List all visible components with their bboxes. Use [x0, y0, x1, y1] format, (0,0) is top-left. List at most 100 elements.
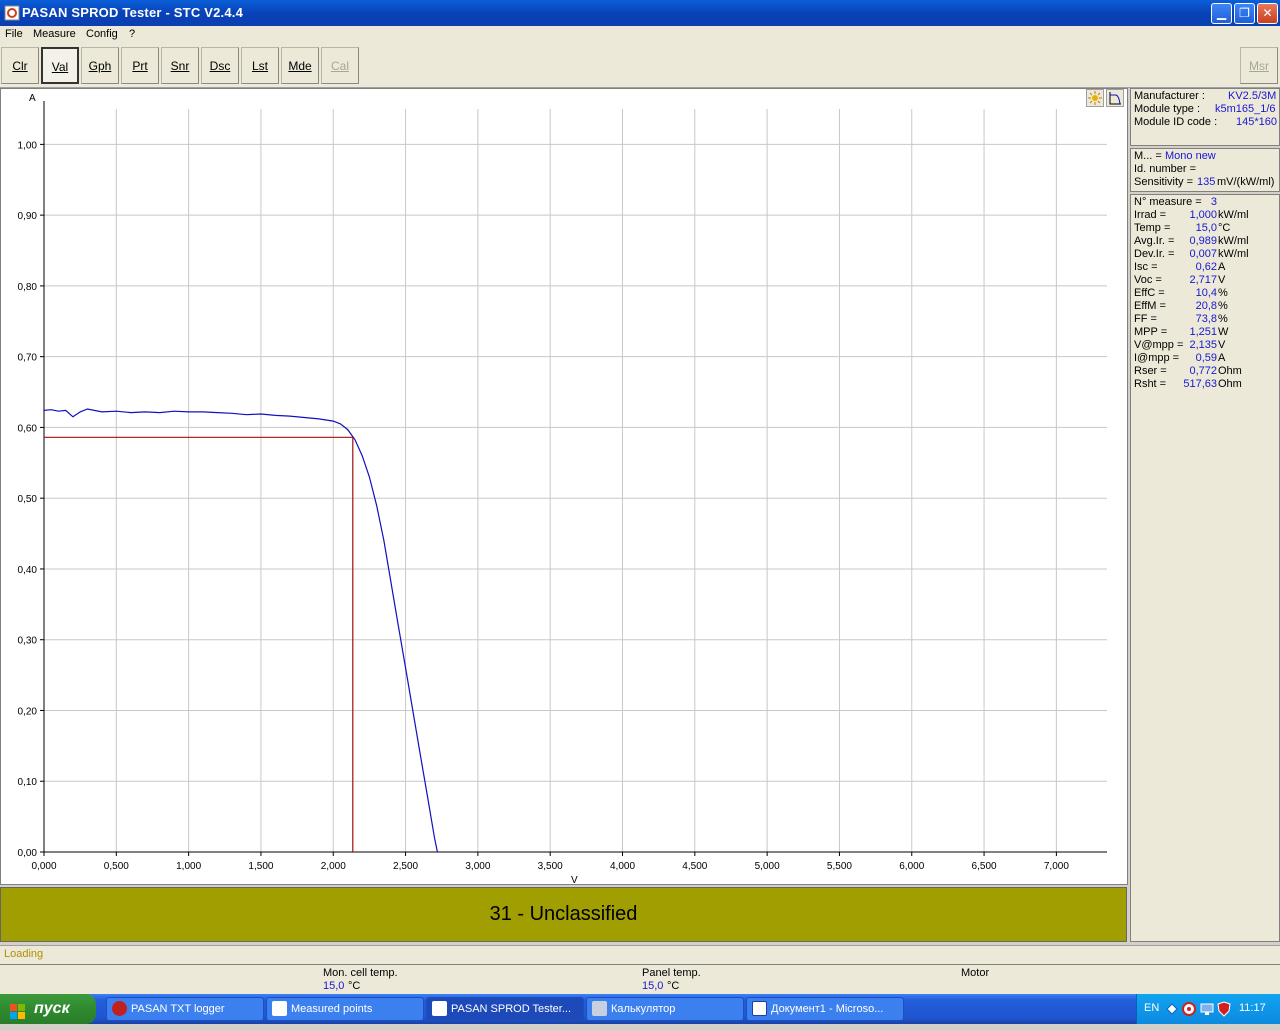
panel-temp-value: 15,0 — [642, 980, 664, 992]
result-unit: kW/ml — [1218, 248, 1249, 260]
result-value: 2,717 — [1189, 274, 1217, 286]
menu-help[interactable]: ? — [129, 28, 135, 40]
val-button[interactable]: Val — [41, 47, 79, 84]
task-calculator[interactable]: Калькулятор — [586, 997, 744, 1021]
y-tick-label: 0,00 — [18, 848, 38, 859]
windows-logo-icon — [10, 1001, 26, 1019]
y-axis-label: A — [29, 93, 36, 104]
result-unit: V — [1218, 339, 1226, 351]
result-label: MPP = — [1134, 326, 1168, 338]
x-tick-label: 7,000 — [1044, 861, 1069, 872]
task-label: Документ1 - Microso... — [771, 1003, 884, 1015]
mde-button[interactable]: Mde — [281, 47, 319, 84]
results-panel: N° measure = 3 Irrad = 1,000 kW/ml Temp = 15,0… — [1130, 194, 1280, 942]
security-shield-icon[interactable] — [1217, 1001, 1231, 1020]
clock[interactable]: 11:17 — [1239, 1002, 1266, 1014]
result-value: 20,8 — [1195, 300, 1217, 312]
maximize-button[interactable]: ❐ — [1234, 3, 1255, 24]
snr-button[interactable]: Snr — [161, 47, 199, 84]
display-icon[interactable] — [1199, 1001, 1215, 1020]
minimize-button[interactable]: ▁ — [1211, 3, 1232, 24]
x-axis-label: V — [571, 875, 578, 884]
start-button[interactable]: пуск — [0, 994, 96, 1024]
result-label: EffC = — [1134, 287, 1165, 299]
task-label: Measured points — [291, 1003, 373, 1015]
clr-button[interactable]: Clr — [1, 47, 39, 84]
title-bar[interactable]: PASAN SPROD Tester - STC V2.4.4 ▁ ❐ ✕ — [0, 0, 1280, 26]
result-value: 10,4 — [1195, 287, 1217, 299]
panel-temp-unit: °C — [667, 980, 680, 992]
panel-temp-label: Panel temp. — [642, 967, 701, 979]
y-tick-label: 0,20 — [18, 706, 38, 717]
x-tick-label: 2,500 — [393, 861, 418, 872]
result-unit: V — [1218, 274, 1226, 286]
dsc-button[interactable]: Dsc — [201, 47, 239, 84]
module-type-label: Module type : — [1134, 103, 1201, 115]
y-tick-label: 0,70 — [18, 353, 38, 364]
x-tick-label: 1,000 — [176, 861, 201, 872]
x-tick-label: 3,000 — [465, 861, 490, 872]
y-tick-label: 0,40 — [18, 565, 38, 576]
result-value: 15,0 — [1195, 222, 1217, 234]
sun-icon-button[interactable] — [1086, 89, 1104, 107]
result-label: Voc = — [1134, 274, 1162, 286]
toolbar: Clr Val Gph Prt Snr Dsc Lst Mde Cal Msr — [0, 45, 1280, 88]
loading-bar: Loading — [0, 945, 1280, 964]
task-measured-points[interactable]: Measured points — [266, 997, 424, 1021]
x-tick-label: 4,500 — [682, 861, 707, 872]
result-value: 1,000 — [1189, 209, 1217, 221]
msr-button[interactable]: Msr — [1240, 47, 1278, 84]
result-label: Irrad = — [1134, 209, 1167, 221]
menu-config[interactable]: Config — [86, 28, 118, 40]
task-word-document[interactable]: Документ1 - Microso... — [746, 997, 904, 1021]
network-icon[interactable] — [1165, 1002, 1179, 1019]
classification-banner: 31 - Unclassified — [0, 887, 1127, 942]
task-label: Калькулятор — [611, 1003, 676, 1015]
result-label: Avg.Ir. = — [1134, 235, 1175, 247]
result-label: Isc = — [1134, 261, 1158, 273]
id-number-label: Id. number = — [1134, 163, 1197, 175]
result-value: 0,989 — [1189, 235, 1217, 247]
y-tick-label: 1,00 — [18, 140, 38, 151]
x-tick-label: 4,000 — [610, 861, 635, 872]
sensitivity-label: Sensitivity = — [1134, 176, 1193, 188]
curve-icon-button[interactable] — [1106, 89, 1124, 107]
cal-button[interactable]: Cal — [321, 47, 359, 84]
close-button[interactable]: ✕ — [1257, 3, 1278, 24]
minimize-icon: ▁ — [1216, 6, 1227, 20]
task-pasan-txt-logger[interactable]: PASAN TXT logger — [106, 997, 264, 1021]
word-icon — [752, 1001, 767, 1016]
window-title: PASAN SPROD Tester - STC V2.4.4 — [22, 5, 243, 20]
module-info-panel: Manufacturer : KV2.5/3M Module type : k5… — [1130, 88, 1280, 146]
result-label: FF = — [1134, 313, 1157, 325]
menu-measure[interactable]: Measure — [33, 28, 76, 40]
result-unit: kW/ml — [1218, 209, 1249, 221]
y-tick-label: 0,50 — [18, 494, 38, 505]
task-pasan-sprod-tester[interactable]: PASAN SPROD Tester... — [426, 997, 584, 1021]
menu-file[interactable]: File — [5, 28, 23, 40]
result-value: 73,8 — [1195, 313, 1217, 325]
gph-button[interactable]: Gph — [81, 47, 119, 84]
result-label: I@mpp = — [1134, 352, 1180, 364]
x-tick-label: 5,500 — [827, 861, 852, 872]
app-icon — [4, 5, 20, 21]
taskbar: пуск PASAN TXT logger Measured points PA… — [0, 994, 1280, 1024]
result-unit: Ohm — [1218, 378, 1242, 390]
prt-button[interactable]: Prt — [121, 47, 159, 84]
language-indicator[interactable]: EN — [1144, 1002, 1159, 1014]
m-value: Mono new — [1165, 150, 1216, 162]
calculator-icon — [592, 1001, 607, 1016]
curve-icon — [1109, 92, 1121, 105]
result-unit: Ohm — [1218, 365, 1242, 377]
restore-icon: ❐ — [1239, 6, 1250, 20]
result-unit: W — [1218, 326, 1229, 338]
y-tick-label: 0,10 — [18, 777, 38, 788]
manufacturer-value: KV2.5/3M — [1228, 90, 1277, 102]
app-icon — [432, 1001, 447, 1016]
antivirus-icon[interactable] — [1181, 1001, 1197, 1020]
result-unit: % — [1218, 300, 1228, 312]
result-label: Rsht = — [1134, 378, 1167, 390]
lst-button[interactable]: Lst — [241, 47, 279, 84]
mon-cell-temp-value: 15,0 — [323, 980, 345, 992]
result-label: Rser = — [1134, 365, 1167, 377]
